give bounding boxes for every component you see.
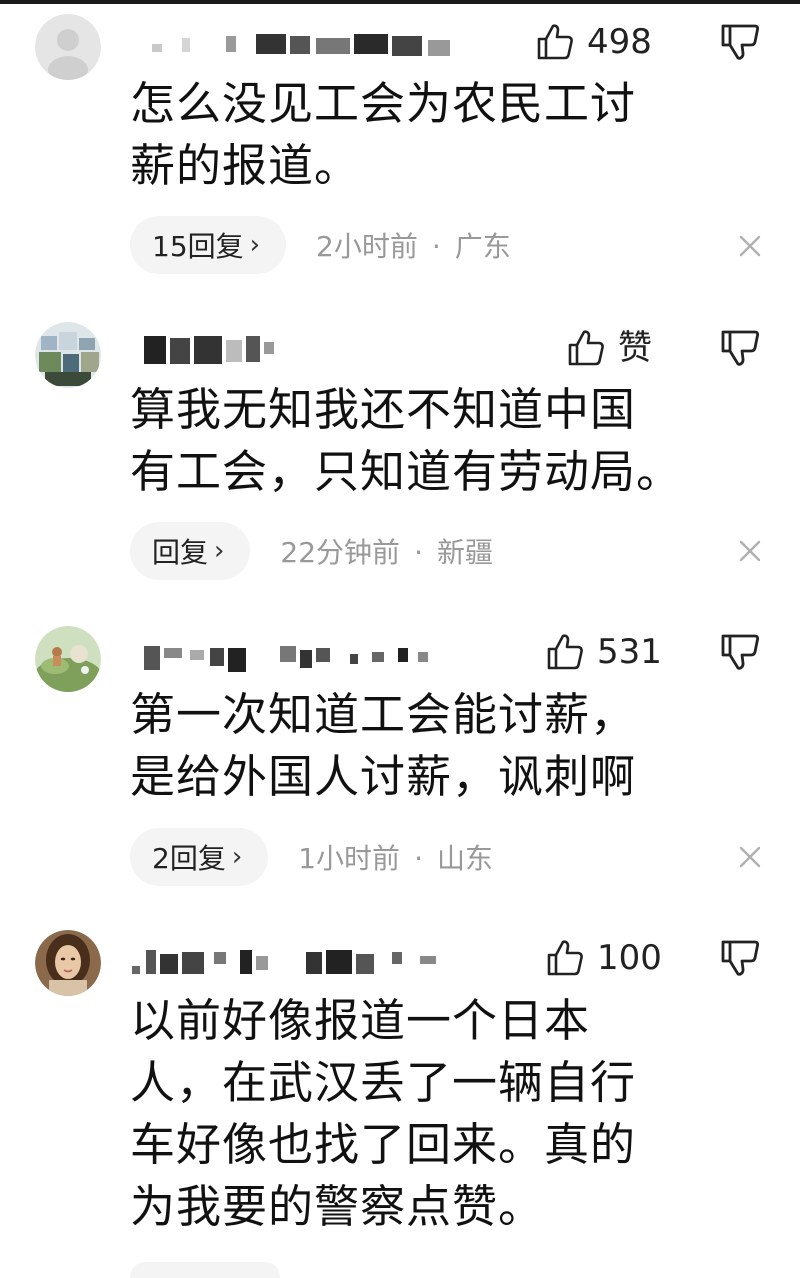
comment-list-page: 498 怎么没见工会为农民工讨 薪的报道。 15回复 › 2小时前 · 广东 赞… bbox=[0, 0, 800, 1278]
comment-time: 22分钟前 bbox=[280, 536, 401, 569]
comment-meta: 回复 › 22分钟前 · 新疆 bbox=[130, 522, 493, 580]
chevron-right-icon: › bbox=[214, 536, 225, 566]
like-count: 531 bbox=[597, 632, 662, 672]
avatar[interactable] bbox=[35, 14, 101, 80]
comment-location: 广东 bbox=[454, 230, 511, 263]
like-group[interactable]: 531 bbox=[545, 630, 662, 674]
blurred-username-graphic bbox=[152, 34, 450, 56]
photo-avatar-icon bbox=[35, 322, 101, 388]
comment-text: 算我无知我还不知道中国 有工会，只知道有劳动局。 bbox=[130, 383, 683, 498]
replies-button[interactable]: 15回复 › bbox=[130, 216, 287, 274]
replies-button[interactable]: 2回复 › bbox=[130, 828, 269, 886]
username-blurred[interactable] bbox=[130, 26, 460, 60]
close-icon[interactable] bbox=[737, 233, 763, 259]
replies-button[interactable]: 回复 › bbox=[130, 522, 251, 580]
meta-separator: · bbox=[431, 230, 441, 263]
thumbs-up-icon[interactable] bbox=[566, 328, 606, 368]
thumbs-up-icon[interactable] bbox=[545, 938, 585, 978]
thumbs-down-icon[interactable] bbox=[718, 936, 762, 980]
default-avatar-icon bbox=[35, 14, 101, 80]
like-count: 100 bbox=[597, 938, 662, 978]
comment-text: 第一次知道工会能讨薪， 是给外国人讨薪，讽刺啊 bbox=[130, 688, 637, 803]
comment-meta: 15回复 › 2小时前 · 广东 bbox=[130, 216, 511, 274]
thumbs-down-icon[interactable] bbox=[718, 20, 762, 64]
thumbs-up-icon[interactable] bbox=[545, 632, 585, 672]
username-blurred[interactable] bbox=[130, 640, 460, 674]
comment-time-location: 1小时前 · 山东 bbox=[298, 837, 493, 877]
meta-separator: · bbox=[414, 842, 423, 875]
comment-text: 以前好像报道一个日本 人，在武汉丢了一辆自行 车好像也找了回来。真的 为我要的警… bbox=[130, 994, 637, 1233]
illustration-avatar-icon bbox=[35, 626, 101, 692]
like-count: 赞 bbox=[618, 328, 652, 368]
username-blurred[interactable] bbox=[130, 332, 460, 366]
meta-separator: · bbox=[414, 536, 423, 569]
comment-location: 新疆 bbox=[436, 536, 493, 569]
thumbs-down-icon[interactable] bbox=[718, 630, 762, 674]
avatar[interactable] bbox=[35, 930, 101, 996]
avatar[interactable] bbox=[35, 322, 101, 388]
comment-time-location: 2小时前 · 广东 bbox=[316, 225, 511, 265]
close-icon[interactable] bbox=[737, 538, 763, 564]
comment-location: 山东 bbox=[436, 842, 493, 875]
comment-time: 2小时前 bbox=[316, 230, 418, 263]
blurred-username-graphic bbox=[144, 646, 428, 672]
thumbs-up-icon[interactable] bbox=[535, 22, 575, 62]
comment-text: 怎么没见工会为农民工讨 薪的报道。 bbox=[130, 77, 637, 192]
like-count: 498 bbox=[587, 22, 652, 62]
status-bar-edge bbox=[0, 0, 800, 4]
close-icon[interactable] bbox=[737, 844, 763, 870]
replies-label: 2回复 bbox=[152, 842, 226, 875]
portrait-avatar-icon bbox=[35, 930, 101, 996]
comment-time: 1小时前 bbox=[298, 842, 401, 875]
like-group[interactable]: 100 bbox=[545, 936, 662, 980]
blurred-username-graphic bbox=[144, 336, 274, 364]
like-group[interactable]: 498 bbox=[535, 20, 652, 64]
comment-time-location: 22分钟前 · 新疆 bbox=[280, 531, 493, 571]
comment-meta: 2回复 › 1小时前 · 山东 bbox=[130, 828, 493, 886]
next-replies-button-partial[interactable] bbox=[130, 1262, 280, 1278]
blurred-username-graphic bbox=[132, 950, 436, 974]
avatar[interactable] bbox=[35, 626, 101, 692]
replies-label: 15回复 bbox=[152, 230, 244, 263]
replies-label: 回复 bbox=[152, 536, 209, 569]
username-blurred[interactable] bbox=[130, 944, 460, 978]
chevron-right-icon: › bbox=[249, 230, 261, 260]
thumbs-down-icon[interactable] bbox=[718, 326, 762, 370]
chevron-right-icon: › bbox=[231, 842, 243, 872]
like-group[interactable]: 赞 bbox=[566, 326, 652, 370]
